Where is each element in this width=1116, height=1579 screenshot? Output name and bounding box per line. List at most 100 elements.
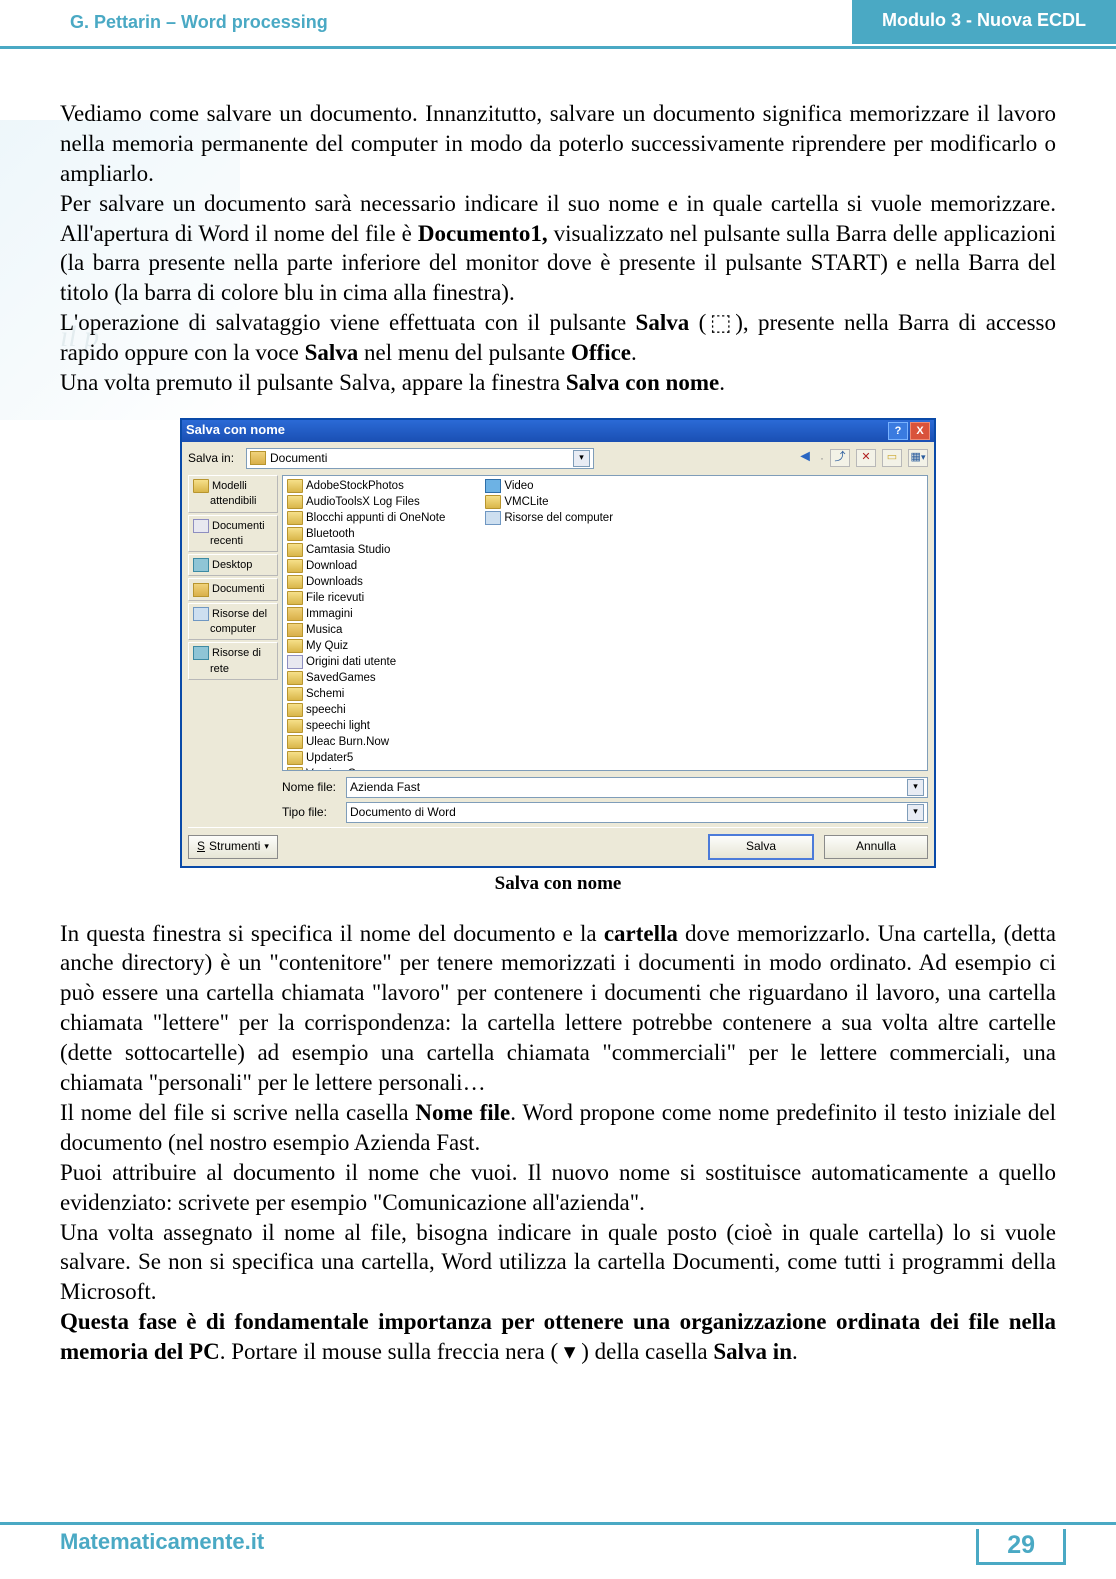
file-item[interactable]: Version Cue bbox=[287, 766, 445, 771]
filetype-input[interactable]: Documento di Word ▾ bbox=[346, 802, 928, 823]
save-in-combo[interactable]: Documenti ▾ bbox=[246, 448, 594, 469]
para-1b: Per salvare un documento sarà necessario… bbox=[60, 189, 1056, 309]
folder-icon bbox=[287, 623, 303, 637]
file-item[interactable]: AdobeStockPhotos bbox=[287, 478, 445, 494]
save-as-dialog-screenshot: Salva con nome ? X Salva in: Documenti ▾ bbox=[180, 418, 936, 868]
para-2a: In questa finestra si specifica il nome … bbox=[60, 919, 1056, 1098]
filename-value: Azienda Fast bbox=[350, 780, 420, 796]
place-label: Risorse di bbox=[212, 646, 261, 660]
place-icon bbox=[193, 519, 209, 533]
para-2e: Questa fase è di fondamentale importanza… bbox=[60, 1307, 1056, 1367]
footer-brand: Matematicamente.it bbox=[60, 1529, 264, 1555]
folder-icon bbox=[287, 495, 303, 509]
page-footer: Matematicamente.it 29 bbox=[0, 1522, 1116, 1559]
folder-icon bbox=[287, 655, 303, 669]
file-label: Download bbox=[306, 558, 357, 574]
views-icon[interactable]: ▦▾ bbox=[908, 449, 928, 467]
file-label: Version Cue bbox=[306, 766, 369, 771]
filetype-label: Tipo file: bbox=[282, 805, 342, 821]
file-label: Musica bbox=[306, 622, 342, 638]
para-2d: Una volta assegnato il nome al file, bis… bbox=[60, 1218, 1056, 1308]
file-item[interactable]: Bluetooth bbox=[287, 526, 445, 542]
places-bar: ModelliattendibiliDocumentirecentiDeskto… bbox=[188, 475, 278, 771]
file-item[interactable]: AudioToolsX Log Files bbox=[287, 494, 445, 510]
filename-input[interactable]: Azienda Fast ▾ bbox=[346, 777, 928, 798]
file-item[interactable]: Origini dati utente bbox=[287, 654, 445, 670]
chevron-down-icon[interactable]: ▾ bbox=[907, 804, 924, 821]
file-item[interactable]: speechi bbox=[287, 702, 445, 718]
dialog-titlebar[interactable]: Salva con nome ? X bbox=[182, 420, 934, 442]
tools-label: Strumenti bbox=[209, 839, 260, 855]
file-item[interactable]: Video bbox=[485, 478, 613, 494]
places-item[interactable]: Risorse delcomputer bbox=[188, 603, 278, 641]
file-label: SavedGames bbox=[306, 670, 376, 686]
file-label: File ricevuti bbox=[306, 590, 364, 606]
delete-icon[interactable]: ✕ bbox=[856, 449, 876, 467]
folder-icon bbox=[287, 703, 303, 717]
file-label: speechi light bbox=[306, 718, 370, 734]
chevron-down-icon[interactable]: ▾ bbox=[573, 450, 590, 467]
file-item[interactable]: File ricevuti bbox=[287, 590, 445, 606]
folder-icon bbox=[250, 451, 266, 465]
save-button[interactable]: Salva bbox=[708, 834, 814, 860]
places-item[interactable]: Documentirecenti bbox=[188, 515, 278, 553]
places-item[interactable]: Documenti bbox=[188, 578, 278, 600]
folder-icon bbox=[287, 575, 303, 589]
folder-icon bbox=[287, 671, 303, 685]
para-1d: Una volta premuto il pulsante Salva, app… bbox=[60, 368, 1056, 398]
file-list-pane[interactable]: AdobeStockPhotosAudioToolsX Log FilesBlo… bbox=[282, 475, 928, 771]
places-item[interactable]: Desktop bbox=[188, 554, 278, 576]
help-icon[interactable]: ? bbox=[888, 422, 908, 440]
folder-icon bbox=[287, 751, 303, 765]
place-icon bbox=[193, 479, 209, 493]
file-item[interactable]: Schemi bbox=[287, 686, 445, 702]
file-label: VMCLite bbox=[504, 494, 548, 510]
file-item[interactable]: Download bbox=[287, 558, 445, 574]
place-icon bbox=[193, 583, 209, 597]
file-item[interactable]: VMCLite bbox=[485, 494, 613, 510]
file-item[interactable]: Immagini bbox=[287, 606, 445, 622]
page-body: Vediamo come salvare un documento. Innan… bbox=[0, 49, 1116, 1367]
file-label: Bluetooth bbox=[306, 526, 355, 542]
file-item[interactable]: My Quiz bbox=[287, 638, 445, 654]
place-label: Documenti bbox=[212, 519, 265, 533]
file-item[interactable]: Uleac Burn.Now bbox=[287, 734, 445, 750]
up-icon[interactable]: ⤴ bbox=[830, 449, 850, 467]
folder-icon bbox=[287, 687, 303, 701]
file-label: speechi bbox=[306, 702, 346, 718]
places-item[interactable]: Risorse direte bbox=[188, 642, 278, 680]
file-item[interactable]: speechi light bbox=[287, 718, 445, 734]
place-label: Modelli bbox=[212, 479, 247, 493]
file-item[interactable]: Risorse del computer bbox=[485, 510, 613, 526]
file-label: Downloads bbox=[306, 574, 363, 590]
file-label: Risorse del computer bbox=[504, 510, 613, 526]
para-2c: Puoi attribuire al documento il nome che… bbox=[60, 1158, 1056, 1218]
tools-button[interactable]: SStrumenti▾ bbox=[188, 835, 278, 859]
folder-icon bbox=[287, 735, 303, 749]
file-label: Camtasia Studio bbox=[306, 542, 390, 558]
places-item[interactable]: Modelliattendibili bbox=[188, 475, 278, 513]
folder-icon bbox=[287, 511, 303, 525]
file-label: Video bbox=[504, 478, 533, 494]
place-label: Risorse del bbox=[212, 607, 267, 621]
close-icon[interactable]: X bbox=[910, 422, 930, 440]
file-label: Immagini bbox=[306, 606, 353, 622]
save-in-label: Salva in: bbox=[188, 451, 240, 467]
file-item[interactable]: Camtasia Studio bbox=[287, 542, 445, 558]
chevron-down-icon[interactable]: ▾ bbox=[907, 779, 924, 796]
file-label: AudioToolsX Log Files bbox=[306, 494, 420, 510]
file-item[interactable]: Downloads bbox=[287, 574, 445, 590]
back-icon[interactable]: ◄ bbox=[796, 450, 814, 466]
folder-icon bbox=[287, 527, 303, 541]
file-item[interactable]: SavedGames bbox=[287, 670, 445, 686]
place-icon bbox=[193, 646, 209, 660]
file-item[interactable]: Blocchi appunti di OneNote bbox=[287, 510, 445, 526]
figure-caption: Salva con nome bbox=[60, 872, 1056, 897]
file-item[interactable]: Musica bbox=[287, 622, 445, 638]
folder-icon bbox=[287, 719, 303, 733]
cancel-button[interactable]: Annulla bbox=[824, 835, 928, 859]
new-folder-icon[interactable]: ▭ bbox=[882, 449, 902, 467]
file-label: My Quiz bbox=[306, 638, 348, 654]
file-item[interactable]: Updater5 bbox=[287, 750, 445, 766]
page-header: G. Pettarin – Word processing Modulo 3 -… bbox=[0, 0, 1116, 49]
